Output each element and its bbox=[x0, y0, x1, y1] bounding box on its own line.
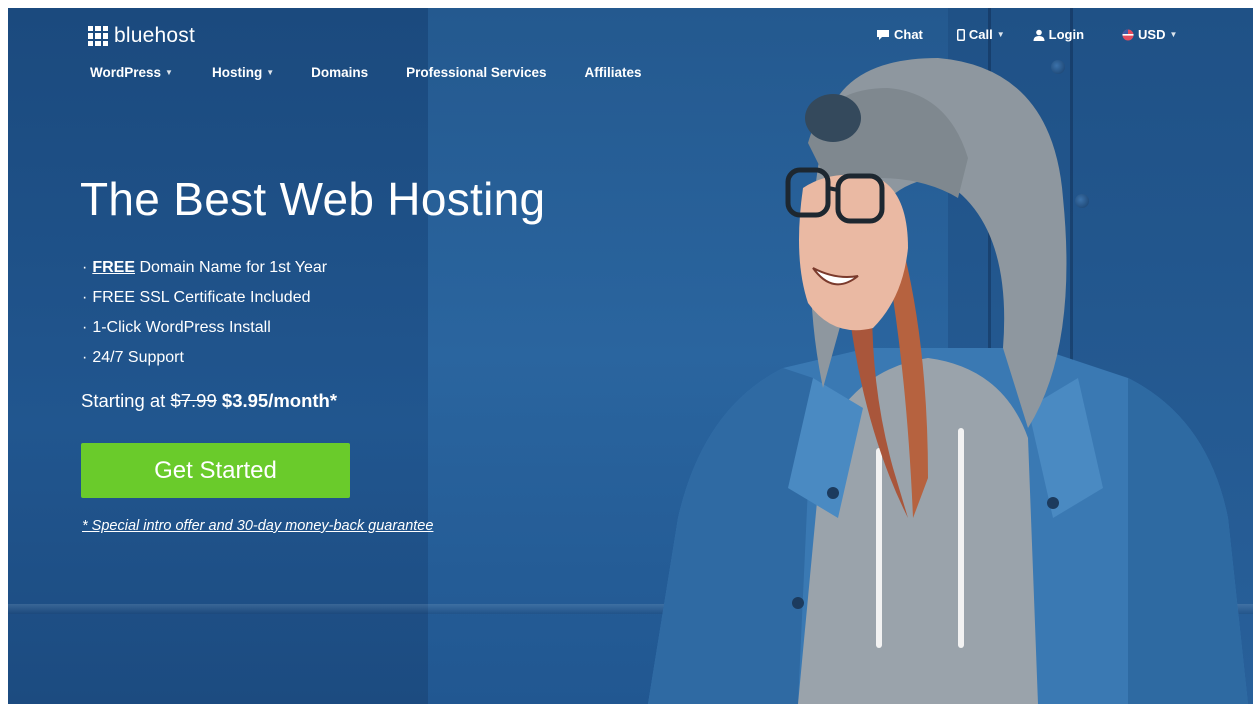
feature-highlight: FREE bbox=[92, 259, 135, 276]
user-icon bbox=[1033, 29, 1045, 41]
chat-label: Chat bbox=[894, 27, 923, 42]
new-price: $3.95/month* bbox=[221, 390, 338, 411]
nav-item-label: Domains bbox=[311, 65, 369, 80]
feature-item: · FREE SSL Certificate Included bbox=[82, 288, 327, 318]
feature-list: · FREE Domain Name for 1st Year · FREE SSL… bbox=[82, 258, 327, 378]
phone-icon bbox=[956, 28, 965, 41]
caret-down-icon: ▼ bbox=[266, 68, 275, 77]
bullet: · bbox=[82, 349, 88, 366]
nav-item-label: WordPress bbox=[90, 65, 162, 80]
feature-item: · 1-Click WordPress Install bbox=[82, 318, 327, 348]
nav-item-wordpress[interactable]: WordPress ▼ bbox=[90, 65, 173, 80]
bluehost-logo[interactable]: bluehost bbox=[88, 24, 195, 48]
nav-item-affiliates[interactable]: Affiliates bbox=[584, 65, 641, 80]
utility-nav: Chat Call ▼ Login USD ▼ bbox=[876, 27, 1177, 42]
hero-title: The Best Web Hosting bbox=[80, 173, 546, 225]
chat-link[interactable]: Chat bbox=[876, 27, 923, 42]
pricing-lead: Starting at bbox=[81, 390, 171, 411]
caret-down-icon: ▼ bbox=[1169, 30, 1178, 39]
feature-text: FREE SSL Certificate Included bbox=[92, 289, 311, 306]
feature-text: 24/7 Support bbox=[92, 349, 184, 366]
feature-text: 1-Click WordPress Install bbox=[92, 319, 271, 336]
nav-item-hosting[interactable]: Hosting ▼ bbox=[212, 65, 274, 80]
pricing-line: Starting at $7.99 $3.95/month* bbox=[81, 390, 337, 412]
currency-dropdown[interactable]: USD ▼ bbox=[1122, 27, 1177, 42]
nav-item-professional-services[interactable]: Professional Services bbox=[406, 65, 546, 80]
nav-item-label: Affiliates bbox=[584, 65, 642, 80]
chat-bubble-icon bbox=[877, 29, 889, 40]
bullet: · bbox=[82, 289, 88, 306]
login-link[interactable]: Login bbox=[1033, 27, 1084, 42]
feature-text: Domain Name for 1st Year bbox=[135, 259, 328, 276]
bullet: · bbox=[82, 319, 88, 336]
currency-label: USD bbox=[1138, 27, 1166, 42]
guarantee-link[interactable]: * Special intro offer and 30-day money-b… bbox=[82, 518, 433, 534]
caret-down-icon: ▼ bbox=[996, 30, 1005, 39]
login-label: Login bbox=[1048, 27, 1085, 42]
old-price: $7.99 bbox=[170, 390, 217, 411]
call-dropdown[interactable]: Call ▼ bbox=[956, 27, 1005, 42]
feature-item: · FREE Domain Name for 1st Year bbox=[82, 258, 327, 288]
bullet: · bbox=[82, 259, 88, 276]
get-started-button[interactable]: Get Started bbox=[81, 443, 350, 498]
hero-section: bluehost WordPress ▼ Hosting ▼ Domains P… bbox=[8, 8, 1253, 704]
feature-item: · 24/7 Support bbox=[82, 348, 327, 378]
call-label: Call bbox=[968, 27, 993, 42]
caret-down-icon: ▼ bbox=[165, 68, 173, 77]
us-flag-icon bbox=[1122, 29, 1134, 40]
hero-photo-woman bbox=[648, 58, 1248, 704]
nav-item-label: Professional Services bbox=[406, 65, 547, 80]
grid-logo-icon bbox=[88, 26, 108, 46]
nav-item-domains[interactable]: Domains bbox=[311, 65, 368, 80]
main-nav: WordPress ▼ Hosting ▼ Domains Profession… bbox=[90, 65, 641, 80]
nav-item-label: Hosting bbox=[211, 65, 263, 80]
logo-text: bluehost bbox=[114, 24, 195, 47]
